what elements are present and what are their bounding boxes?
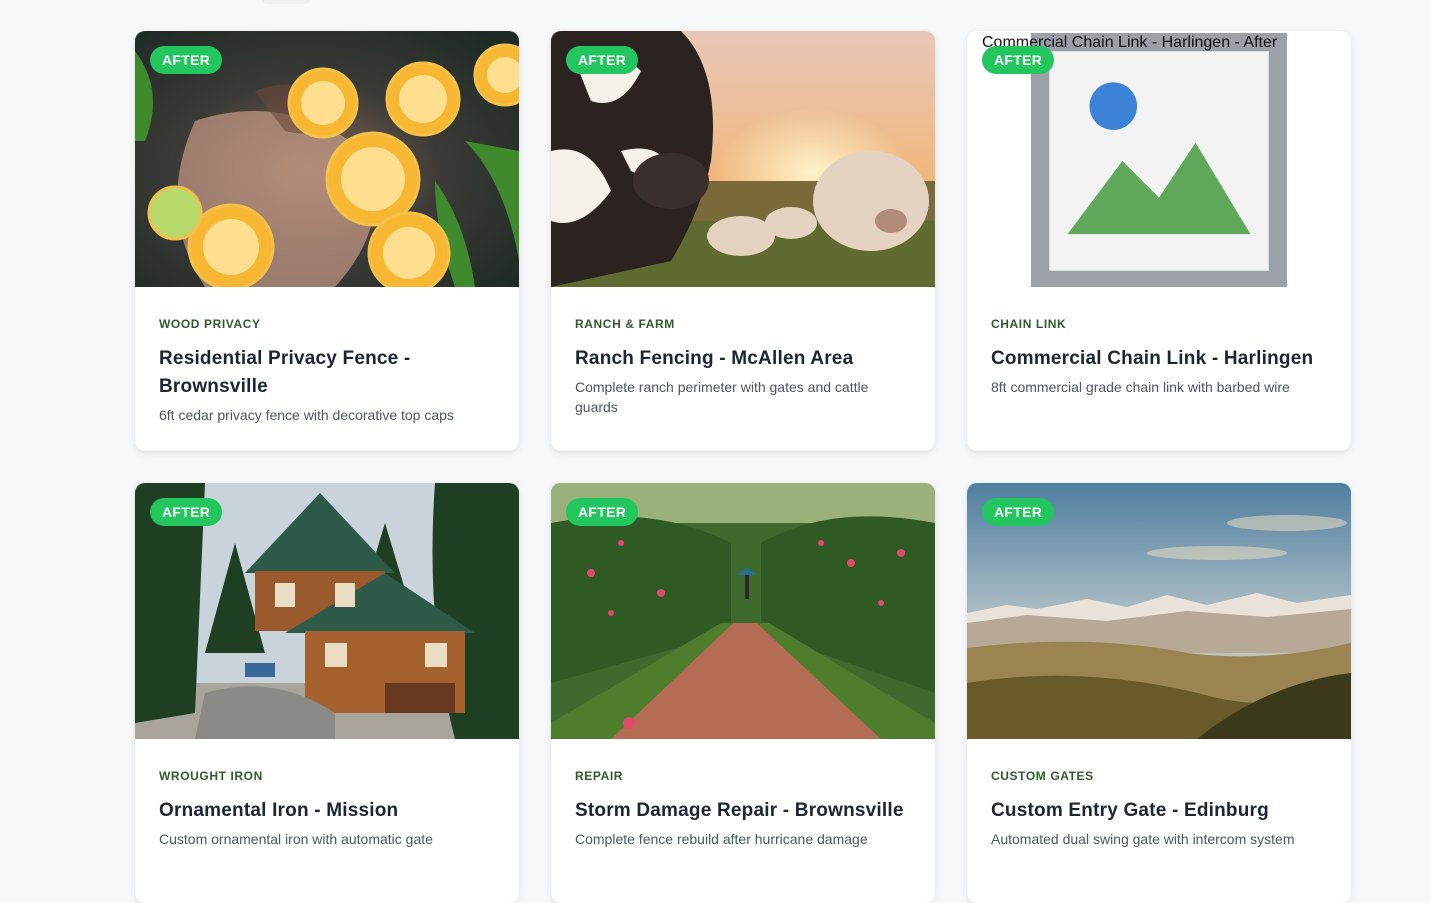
project-image: Commercial Chain Link - Harlingen - Afte…	[967, 31, 1351, 287]
project-category: REPAIR	[575, 769, 624, 783]
project-title: Storm Damage Repair - Brownsville	[575, 800, 904, 821]
after-badge: AFTER	[150, 498, 223, 526]
project-image: AFTER	[135, 483, 519, 739]
after-badge: AFTER	[566, 46, 639, 74]
after-badge: AFTER	[982, 46, 1055, 74]
after-badge: AFTER	[982, 498, 1055, 526]
project-gallery-grid: AFTER WOOD PRIVACY Residential Privacy F…	[135, 31, 1351, 903]
project-description: Custom ornamental iron with automatic ga…	[159, 831, 433, 847]
project-description: Automated dual swing gate with intercom …	[991, 831, 1295, 847]
project-category: CHAIN LINK	[991, 317, 1067, 331]
project-category: RANCH & FARM	[575, 317, 675, 331]
project-card[interactable]: AFTER WOOD PRIVACY Residential Privacy F…	[135, 31, 519, 451]
project-card[interactable]: AFTER CUSTOM GATES Custom Entry Gate - E…	[967, 483, 1351, 903]
project-image: AFTER	[967, 483, 1351, 739]
project-title: Ranch Fencing - McAllen Area	[575, 348, 854, 369]
project-category: CUSTOM GATES	[991, 769, 1094, 783]
project-title: Commercial Chain Link - Harlingen	[991, 348, 1314, 369]
project-card[interactable]: AFTER REPAIR Storm Damage Repair - Brown…	[551, 483, 935, 903]
after-badge: AFTER	[566, 498, 639, 526]
project-image: AFTER	[135, 31, 519, 287]
project-description: 6ft cedar privacy fence with decorative …	[159, 407, 454, 423]
project-card[interactable]: AFTER WROUGHT IRON Ornamental Iron - Mis…	[135, 483, 519, 903]
after-badge: AFTER	[150, 46, 223, 74]
project-title: Residential Privacy Fence - Brownsville	[159, 348, 411, 397]
project-card[interactable]: AFTER RANCH & FARM Ranch Fencing - McAll…	[551, 31, 935, 451]
project-category: WOOD PRIVACY	[159, 317, 261, 331]
project-title: Custom Entry Gate - Edinburg	[991, 800, 1269, 821]
project-description: 8ft commercial grade chain link with bar…	[991, 379, 1290, 395]
project-card[interactable]: Commercial Chain Link - Harlingen - Afte…	[967, 31, 1351, 451]
project-category: WROUGHT IRON	[159, 769, 263, 783]
scroll-remnant	[262, 0, 310, 4]
project-image: AFTER	[551, 483, 935, 739]
project-title: Ornamental Iron - Mission	[159, 800, 399, 821]
project-description: Complete ranch perimeter with gates and …	[575, 379, 869, 415]
project-image: AFTER	[551, 31, 935, 287]
project-description: Complete fence rebuild after hurricane d…	[575, 831, 868, 847]
